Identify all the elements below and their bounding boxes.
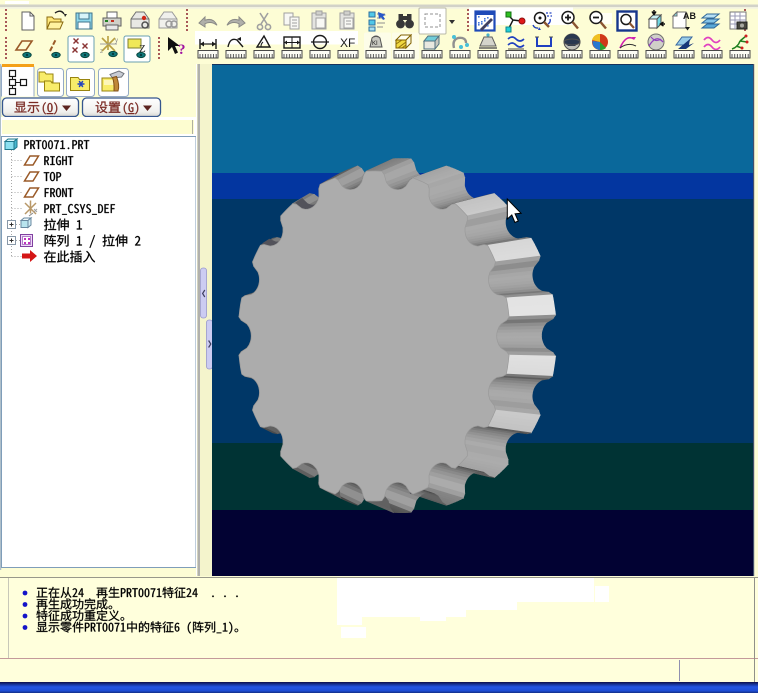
svg-text:AB: AB — [683, 11, 696, 21]
svg-text:KI: KI — [372, 41, 378, 47]
svg-text:?: ? — [178, 42, 186, 58]
svg-text:z: z — [100, 49, 103, 55]
svg-text:y: y — [115, 38, 118, 44]
svg-text:XF: XF — [340, 36, 355, 50]
